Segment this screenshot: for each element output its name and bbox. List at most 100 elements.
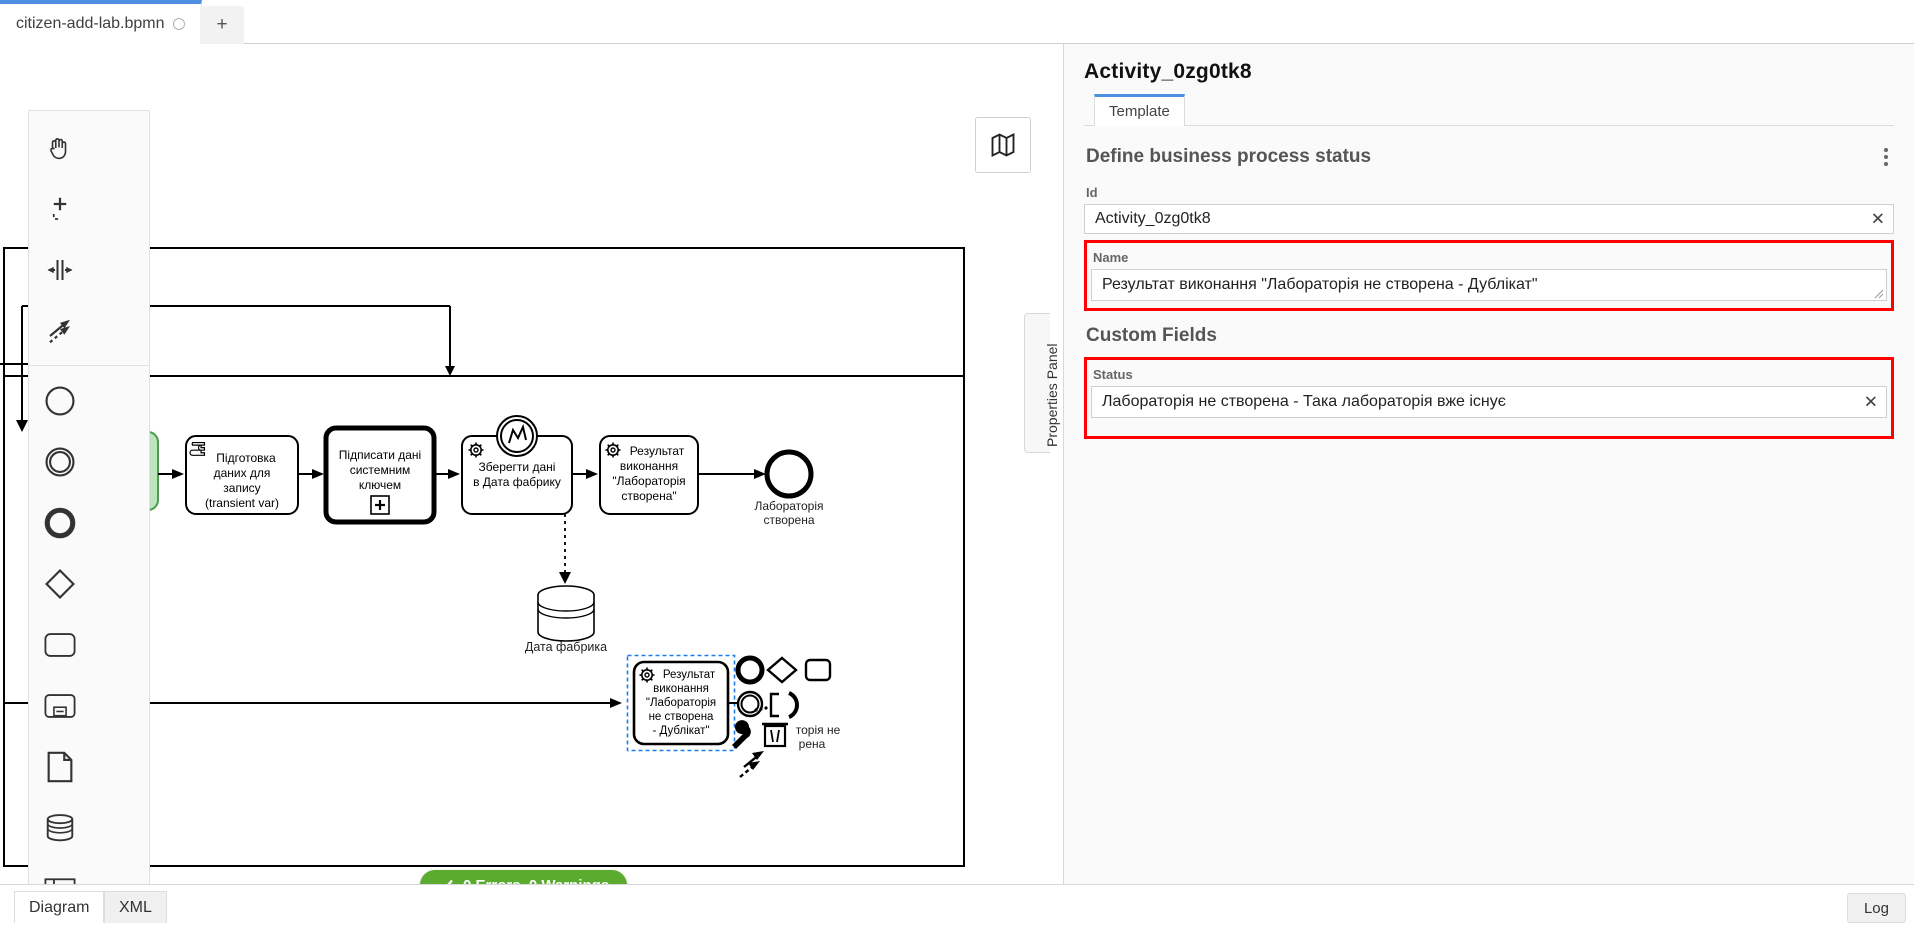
create-subprocess-expanded[interactable] <box>29 675 90 736</box>
connect-icon <box>48 319 70 343</box>
tab-label: citizen-add-lab.bpmn <box>16 15 165 32</box>
svg-text:Підписати дані: Підписати дані <box>339 448 421 462</box>
create-intermediate-event[interactable] <box>29 431 90 492</box>
field-status-label: Status <box>1093 367 1133 382</box>
svg-text:"Лабораторія: "Лабораторія <box>612 474 685 488</box>
svg-text:торія не: торія не <box>796 723 841 737</box>
create-start-event[interactable] <box>29 370 90 431</box>
field-status: Status Лабораторія не створена - Така ла… <box>1091 362 1887 418</box>
minimap-toggle-button[interactable] <box>975 117 1031 173</box>
svg-text:виконання: виконання <box>653 683 709 695</box>
lasso-icon <box>52 197 66 220</box>
space-tool[interactable] <box>29 239 90 300</box>
custom-fields-title: Custom Fields <box>1086 325 1217 346</box>
validation-status-label: 0 Errors, 0 Warnings <box>463 877 609 885</box>
tab-template-label: Template <box>1109 103 1170 120</box>
svg-text:- Дублікат": - Дублікат" <box>652 725 709 737</box>
close-icon[interactable]: ✕ <box>1871 211 1885 228</box>
field-name-label: Name <box>1093 250 1129 265</box>
create-end-event[interactable] <box>29 492 90 553</box>
log-button-label: Log <box>1863 899 1889 917</box>
diagram-canvas[interactable]: і дані орії Підготовка даних для запису … <box>0 44 1063 884</box>
field-name-value: Результат виконання "Лабораторія не ство… <box>1102 276 1538 293</box>
bottom-tab-diagram[interactable]: Diagram <box>14 891 105 923</box>
palette-divider <box>29 365 149 366</box>
task-icon <box>44 632 75 657</box>
unsaved-indicator-icon[interactable] <box>172 18 185 30</box>
properties-panel-toggle[interactable]: Properties Panel <box>1024 313 1060 453</box>
tab-template[interactable]: Template <box>1094 94 1185 126</box>
log-button[interactable]: Log <box>1846 893 1906 923</box>
resize-grip-icon[interactable] <box>1874 289 1884 299</box>
svg-text:"Лабораторія: "Лабораторія <box>646 697 716 709</box>
bpmn-palette[interactable] <box>28 110 150 884</box>
highlight-status-field: Status Лабораторія не створена - Така ла… <box>1084 357 1894 439</box>
properties-panel-header: Activity_0zg0tk8 Template <box>1064 44 1914 126</box>
data-object-icon <box>47 751 72 782</box>
end-event-icon <box>44 507 75 538</box>
start-event-icon <box>44 385 75 416</box>
create-participant[interactable] <box>29 858 90 884</box>
svg-text:Результат: Результат <box>663 669 716 681</box>
group-title: Define business process status <box>1086 146 1372 167</box>
svg-text:Зберегти дані: Зберегти дані <box>479 460 556 474</box>
svg-text:запису: запису <box>223 481 260 495</box>
svg-text:створена: створена <box>763 513 814 527</box>
properties-panel-toggle-label: Properties Panel <box>1044 343 1060 447</box>
svg-text:(transient var): (transient var) <box>205 496 279 510</box>
field-id-value: Activity_0zg0tk8 <box>1095 210 1211 227</box>
bottom-tab-diagram-label: Diagram <box>29 898 90 916</box>
editor-tab-bar: citizen-add-lab.bpmn + <box>0 0 1914 45</box>
create-gateway[interactable] <box>29 553 90 614</box>
svg-text:Дата фабрика: Дата фабрика <box>525 640 607 654</box>
subprocess-icon <box>44 693 75 718</box>
svg-text:даних для: даних для <box>214 466 271 480</box>
field-status-input[interactable]: Лабораторія не створена - Така лаборатор… <box>1091 386 1887 418</box>
plus-icon: + <box>216 14 228 35</box>
tab-citizen-add-lab[interactable]: citizen-add-lab.bpmn <box>0 0 202 45</box>
participant-icon <box>44 877 75 884</box>
svg-text:Підготовка: Підготовка <box>216 451 276 465</box>
field-name: Name Результат виконання "Лабораторія не… <box>1091 245 1887 301</box>
bottom-bar: Diagram XML Log <box>0 884 1914 929</box>
svg-text:не створена: не створена <box>649 711 714 723</box>
svg-text:рена: рена <box>799 737 826 751</box>
field-id: Id Activity_0zg0tk8 ✕ <box>1084 180 1894 234</box>
properties-panel-tabs: Template <box>1084 94 1894 126</box>
svg-text:Лабораторія: Лабораторія <box>754 499 823 513</box>
bottom-tab-xml-label: XML <box>119 898 152 916</box>
new-tab-button[interactable]: + <box>200 6 244 44</box>
kebab-menu-icon[interactable] <box>1880 144 1892 170</box>
page-title: Activity_0zg0tk8 <box>1084 60 1252 83</box>
bpmn-diagram-svg: і дані орії Підготовка даних для запису … <box>0 247 965 867</box>
lasso-tool[interactable] <box>29 178 90 239</box>
create-data-object[interactable] <box>29 736 90 797</box>
svg-text:системним: системним <box>350 463 411 477</box>
svg-text:в Дата фабрику: в Дата фабрику <box>473 475 561 489</box>
map-icon <box>991 132 1015 158</box>
field-status-value: Лабораторія не створена - Така лаборатор… <box>1102 393 1506 410</box>
properties-panel-body: Define business process status Id Activi… <box>1064 126 1914 439</box>
gateway-icon <box>44 568 75 599</box>
properties-panel: Activity_0zg0tk8 Template Define busines… <box>1063 44 1914 884</box>
group-header-business-process-status[interactable]: Define business process status <box>1084 126 1894 180</box>
check-icon <box>447 879 453 884</box>
hand-icon <box>49 137 66 159</box>
field-id-input[interactable]: Activity_0zg0tk8 ✕ <box>1084 204 1894 234</box>
close-icon[interactable]: ✕ <box>1864 394 1878 411</box>
global-connect-tool[interactable] <box>29 300 90 361</box>
create-task[interactable] <box>29 614 90 675</box>
svg-text:ключем: ключем <box>359 478 401 492</box>
bottom-tab-xml[interactable]: XML <box>104 891 167 923</box>
svg-text:виконання: виконання <box>620 459 678 473</box>
svg-text:створена": створена" <box>621 489 676 503</box>
bpmn-modeler-window: citizen-add-lab.bpmn + і дані орії <box>0 0 1914 929</box>
create-data-store[interactable] <box>29 797 90 858</box>
space-icon <box>47 259 72 280</box>
hand-tool[interactable] <box>29 117 90 178</box>
data-store-icon <box>46 813 73 841</box>
field-id-label: Id <box>1086 185 1098 200</box>
validation-status-badge[interactable]: 0 Errors, 0 Warnings <box>420 870 628 885</box>
field-name-input[interactable]: Результат виконання "Лабораторія не ство… <box>1091 269 1887 301</box>
highlight-name-field: Name Результат виконання "Лабораторія не… <box>1084 240 1894 311</box>
